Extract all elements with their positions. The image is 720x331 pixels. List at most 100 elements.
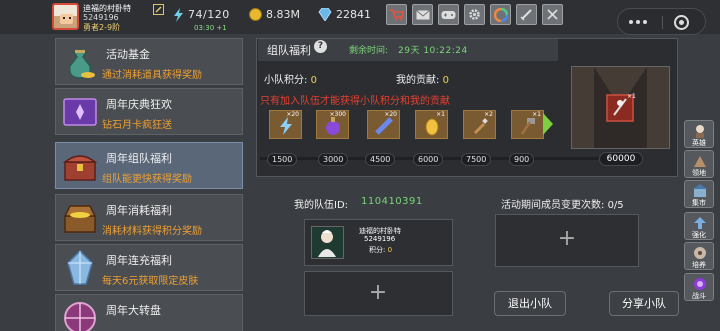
milestone: 3000 xyxy=(318,153,349,166)
member-avatar xyxy=(311,226,344,259)
train-icon xyxy=(694,247,706,259)
gamepad-icon xyxy=(441,10,456,19)
help-icon[interactable]: ? xyxy=(314,40,327,53)
event-desc: 通过消耗道具获得奖励 xyxy=(102,70,202,81)
event-item-team-bonus[interactable]: 周年组队福利 组队能更快获得奖励 xyxy=(55,142,243,189)
final-milestone: 60000 xyxy=(599,152,643,166)
crossed-swords-icon xyxy=(547,9,558,20)
reward-slot[interactable]: ×300 xyxy=(316,110,349,139)
color-wheel-button[interactable] xyxy=(490,4,511,25)
my-points-value: 0 xyxy=(442,75,449,86)
hero-icon xyxy=(696,125,704,138)
reward-slot[interactable]: ×20 xyxy=(367,110,400,139)
dungeon-scene-icon: ×1 xyxy=(572,67,669,148)
event-desc: 消耗材料获得积分奖励 xyxy=(102,226,202,237)
golden-egg-icon xyxy=(425,118,439,136)
nav-market[interactable]: 集市 xyxy=(684,180,714,208)
event-title: 周年消耗福利 xyxy=(106,204,172,217)
gold-coin-icon xyxy=(249,8,262,21)
battle-icon xyxy=(694,278,706,290)
event-title: 周年组队福利 xyxy=(106,152,172,165)
milestone: 6000 xyxy=(413,153,444,166)
event-title: 活动基金 xyxy=(106,48,150,61)
lightning-scroll-icon xyxy=(280,117,292,135)
sword-button[interactable] xyxy=(516,4,537,25)
event-item-wheel[interactable]: 周年大转盘 xyxy=(55,294,243,331)
share-team-button[interactable]: 分享小队 xyxy=(609,291,679,316)
reward-slot[interactable]: ×1 xyxy=(415,110,448,139)
reward-slot[interactable]: ×1 xyxy=(511,110,544,139)
mail-button[interactable] xyxy=(412,4,433,25)
countdown-label: 剩余时间: xyxy=(349,46,389,56)
territory-icon xyxy=(694,156,706,167)
event-item-recharge-bonus[interactable]: 周年连充福利 每天6元获取限定皮肤 xyxy=(55,244,243,291)
member-changes: 活动期间成员变更次数: 0/5 xyxy=(501,200,624,211)
hammer-icon xyxy=(520,118,535,135)
scroll-right-arrow-icon[interactable] xyxy=(541,110,555,138)
reward-slot[interactable]: ×2 xyxy=(463,110,496,139)
final-reward-preview[interactable]: ×1 xyxy=(571,66,670,149)
event-item-anniversary-carnival[interactable]: 周年庆典狂欢 钻石月卡疯狂送 xyxy=(55,88,243,135)
event-title: 周年大转盘 xyxy=(106,304,161,317)
close-target-icon[interactable] xyxy=(674,15,689,30)
more-menu-icon[interactable] xyxy=(629,20,647,24)
nav-battle[interactable]: 战斗 xyxy=(684,273,714,301)
member-changes-value: 0/5 xyxy=(607,200,624,211)
cart-button[interactable] xyxy=(386,4,407,25)
add-member-icon[interactable]: + xyxy=(368,280,388,305)
milestone-track xyxy=(260,152,600,165)
upgrade-icon xyxy=(694,217,706,229)
cart-icon xyxy=(389,8,404,21)
player-id: 5249196 xyxy=(83,13,119,22)
milestone: 1500 xyxy=(267,153,298,166)
market-icon xyxy=(693,184,707,197)
settings-icon xyxy=(469,9,480,20)
color-wheel-icon xyxy=(493,7,508,22)
member-id: 5249196 xyxy=(364,235,396,243)
energy-value: 74/120 xyxy=(188,8,230,21)
player-rank: 勇者2-9阶 xyxy=(83,23,121,32)
milestone: 4500 xyxy=(365,153,396,166)
reward-slot[interactable]: ×20 xyxy=(269,110,302,139)
add-member-icon[interactable]: + xyxy=(557,226,577,251)
bottle-icon xyxy=(474,118,488,134)
gold-value: 8.83M xyxy=(266,8,300,21)
nav-hero[interactable]: 英雄 xyxy=(684,120,714,148)
nav-train[interactable]: 培养 xyxy=(684,242,714,270)
panel-title: 组队福利 xyxy=(267,44,311,57)
nav-upgrade[interactable]: 强化 xyxy=(684,212,714,240)
energy-icon xyxy=(174,8,183,22)
gem-value: 22841 xyxy=(336,8,371,21)
event-list[interactable]: 活动基金 通过消耗道具获得奖励 周年庆典狂欢 钻石月卡疯狂送 周年组队福利 组队… xyxy=(55,38,244,331)
event-title: 周年庆典狂欢 xyxy=(106,98,172,111)
mini-program-capsule xyxy=(617,8,706,35)
nav-territory[interactable]: 领地 xyxy=(684,150,714,178)
mail-icon xyxy=(415,9,430,19)
event-desc: 钻石月卡疯狂送 xyxy=(102,120,172,131)
event-desc: 每天6元获取限定皮肤 xyxy=(102,276,199,287)
event-item-fund[interactable]: 活动基金 通过消耗道具获得奖励 xyxy=(55,38,243,85)
crystal-icon xyxy=(67,249,93,285)
milestone: 900 xyxy=(509,153,535,166)
team-points-value: 0 xyxy=(310,75,317,86)
team-points: 小队积分: 0 xyxy=(264,75,317,86)
character-portrait-icon xyxy=(318,230,336,257)
leave-team-button[interactable]: 退出小队 xyxy=(494,291,566,316)
preview-count: ×1 xyxy=(627,93,636,100)
sword-icon xyxy=(520,9,532,21)
event-item-consume-bonus[interactable]: 周年消耗福利 消耗材料获得积分奖励 xyxy=(55,194,243,241)
treasure-chest-icon xyxy=(62,155,98,181)
purple-card-icon xyxy=(63,98,97,126)
settings-button[interactable] xyxy=(464,4,485,25)
crossed-swords-button[interactable] xyxy=(542,4,563,25)
gamepad-button[interactable] xyxy=(438,4,459,25)
event-desc: 组队能更快获得奖励 xyxy=(102,174,192,185)
team-id-label: 我的队伍ID: xyxy=(294,200,349,211)
member-points: 积分: 0 xyxy=(369,246,393,254)
wheel-icon xyxy=(64,302,96,331)
event-title: 周年连充福利 xyxy=(106,254,172,267)
countdown-value: 29天 10:22:24 xyxy=(398,46,468,56)
money-bag-icon xyxy=(68,50,95,79)
player-avatar[interactable] xyxy=(52,3,79,30)
edit-icon[interactable] xyxy=(153,4,164,15)
